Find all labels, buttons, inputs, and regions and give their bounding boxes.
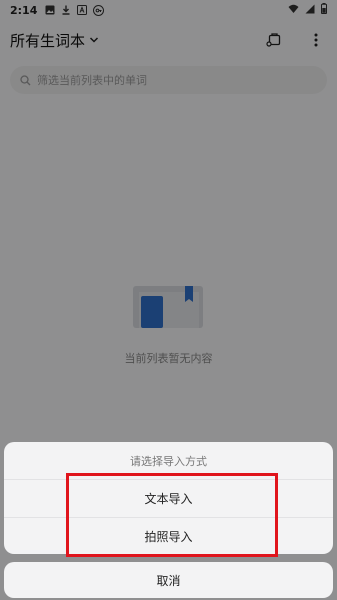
highlight-box: [66, 473, 278, 557]
cancel-button[interactable]: 取消: [4, 562, 333, 598]
